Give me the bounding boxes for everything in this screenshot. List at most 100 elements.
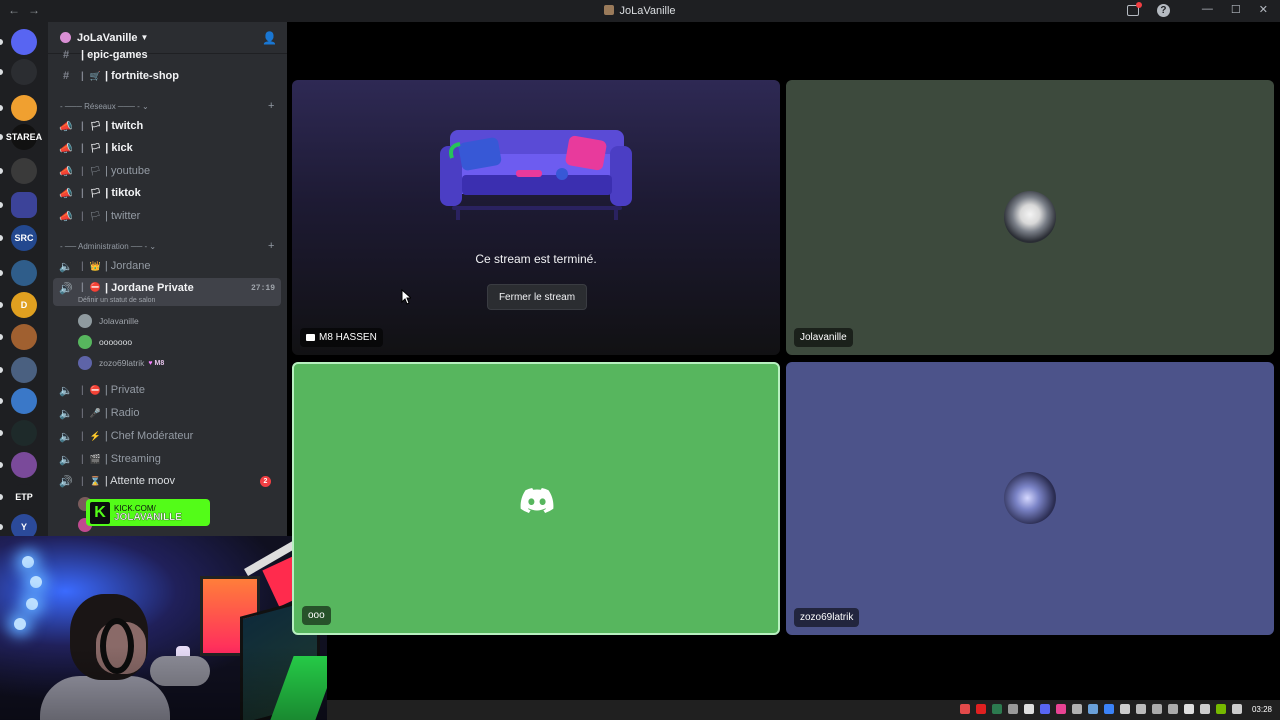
unread-pip [0, 494, 3, 500]
megaphone-icon: 📣 [59, 120, 73, 133]
channel-label: | fortnite-shop [105, 70, 179, 82]
channel-status[interactable]: Définir un statut de salon [78, 297, 155, 304]
record-icon[interactable] [975, 704, 986, 714]
unread-pip [0, 302, 3, 308]
app-icon[interactable] [1071, 704, 1082, 714]
speaker-icon: 🔈 [59, 260, 73, 273]
stream-tile[interactable]: Ce stream est terminé. Fermer le stream … [292, 80, 780, 355]
voice-user-name: zozo69latrik [99, 358, 145, 368]
unread-pip [0, 235, 3, 241]
avatar [1004, 191, 1056, 243]
minimize-button[interactable]: — [1202, 3, 1213, 17]
clapperboard-icon: 🎬 [89, 453, 101, 464]
close-button[interactable]: ✕ [1259, 3, 1268, 17]
server-icon-server-trophy[interactable] [11, 357, 37, 383]
bluetooth-icon[interactable] [1103, 704, 1114, 714]
mouse-cursor-icon [401, 289, 411, 305]
app-icon[interactable] [1055, 704, 1066, 714]
app-icon[interactable] [991, 704, 1002, 714]
window-title-text: JoLaVanille [619, 5, 676, 17]
network-icon[interactable] [1231, 704, 1242, 714]
voice-channel-private[interactable]: 🔈 | ⛔ | Private [53, 380, 281, 400]
inbox-icon[interactable] [1126, 2, 1142, 16]
hourglass-icon: ⌛ [89, 475, 101, 486]
nvidia-icon[interactable] [1215, 704, 1226, 714]
participant-name: Jolavanille [800, 332, 847, 343]
participant-tile-ooo[interactable]: ooo [292, 362, 780, 635]
voice-channel-jordane[interactable]: 🔈 | 👑 | Jordane [53, 256, 281, 276]
voice-channel-chef-moderateur[interactable]: 🔈 | ⚡ | Chef Modérateur [53, 426, 281, 446]
server-icon-server-src[interactable]: SRC [11, 225, 37, 251]
participant-tile-zozo69latrik[interactable]: zozo69latrik [786, 362, 1274, 635]
close-stream-button[interactable]: Fermer le stream [487, 284, 587, 310]
app-icon[interactable] [1151, 704, 1162, 714]
taskbar: 03:28 [327, 700, 1280, 720]
server-icon-server-dark[interactable] [11, 158, 37, 184]
announcement-channel-3[interactable]: 📣 | 🏳 | tiktok [53, 183, 281, 203]
voice-timer: 27:19 [250, 284, 275, 293]
server-icon-server-face[interactable] [11, 324, 37, 350]
display-icon[interactable] [1167, 704, 1178, 714]
server-icon-server-a[interactable] [11, 59, 37, 85]
streamer-name: M8 HASSEN [319, 332, 377, 343]
maximize-button[interactable]: ☐ [1231, 3, 1241, 17]
unread-pip [0, 39, 3, 45]
voice-user-jolavanille[interactable]: Jolavanille [78, 312, 139, 330]
app-icon[interactable] [1007, 704, 1018, 714]
voice-channel-jordane-private[interactable]: 🔊 | ⛔ | Jordane Private 27:19 Définir un… [53, 278, 281, 306]
webcam-overlay [0, 536, 327, 720]
channel-label: | twitter [105, 210, 141, 222]
voice-user-ooooooo[interactable]: ooooooo [78, 333, 132, 351]
category-reseaux[interactable]: - ─── Réseaux ─── - ⌄ + [60, 100, 274, 112]
steam-icon[interactable] [1087, 704, 1098, 714]
mic-tray-icon[interactable] [1119, 704, 1130, 714]
server-icon-server-heart[interactable] [11, 95, 37, 121]
screen-share-icon [306, 334, 315, 341]
unread-pip [0, 462, 3, 468]
app-icon[interactable] [1135, 704, 1146, 714]
app-icon[interactable] [1023, 704, 1034, 714]
announcement-channel-0[interactable]: 📣 | 🏳 | twitch [53, 116, 281, 136]
category-label: Réseaux [84, 102, 116, 111]
lightning-icon: ⚡ [89, 430, 101, 441]
voice-channel-radio[interactable]: 🔈 | 🎤 | Radio [53, 403, 281, 423]
announcement-channel-1[interactable]: 📣 | 🏳 | kick [53, 138, 281, 158]
channel-epic-games[interactable]: # | epic-games [53, 45, 281, 65]
server-icon-discord-home[interactable] [11, 29, 37, 55]
add-member-icon[interactable]: 👤 [262, 31, 277, 45]
server-icon-server-folder[interactable] [11, 192, 37, 218]
announcement-channel-2[interactable]: 📣 | 🏳 | youtube [53, 161, 281, 181]
server-icon-server-etp[interactable]: ETP [11, 484, 37, 510]
server-icon-server-game[interactable] [11, 260, 37, 286]
participant-tile-jolavanille[interactable]: Jolavanille [786, 80, 1274, 355]
announcement-channel-4[interactable]: 📣 | 🏳 | twitter [53, 206, 281, 226]
battery-icon[interactable] [1199, 704, 1210, 714]
cart-icon: 🛒 [89, 70, 102, 81]
mic-icon[interactable] [959, 704, 970, 714]
voice-user-zozo69latrik[interactable]: zozo69latrik M8 [78, 354, 164, 372]
server-icon-server-d[interactable]: D [11, 292, 37, 318]
avatar [78, 356, 92, 370]
speaker-icon: 🔈 [59, 453, 73, 466]
server-icon-server-starea[interactable]: STAREA [6, 124, 42, 150]
server-icon-server-tree[interactable] [11, 420, 37, 446]
mention-badge: 2 [260, 476, 271, 487]
unread-pip [0, 524, 3, 530]
discord-tray-icon[interactable] [1039, 704, 1050, 714]
add-channel-icon[interactable]: + [268, 100, 274, 112]
channel-fortnite-shop[interactable]: # | 🛒 | fortnite-shop [53, 66, 281, 86]
role-tag: M8 [148, 360, 165, 367]
add-channel-icon[interactable]: + [268, 240, 274, 252]
help-icon[interactable]: ? [1156, 4, 1170, 17]
server-icon-server-blue[interactable] [11, 388, 37, 414]
server-icon-server-fort[interactable] [11, 452, 37, 478]
flag-icon: 🏳 [89, 187, 102, 198]
voice-channel-streaming[interactable]: 🔈 | 🎬 | Streaming [53, 449, 281, 469]
volume-icon[interactable] [1183, 704, 1194, 714]
voice-channel-attente-moov[interactable]: 🔊 | ⌛ | Attente moov 2 [53, 471, 281, 491]
speaker-icon: 🔈 [59, 430, 73, 443]
flag-icon: 🏳 [89, 165, 102, 176]
title-bar: ← → JoLaVanille ? — ☐ ✕ [0, 0, 1280, 22]
window-title: JoLaVanille [0, 5, 1280, 17]
category-administration[interactable]: - ── Administration ── - ⌄ + [60, 240, 274, 252]
